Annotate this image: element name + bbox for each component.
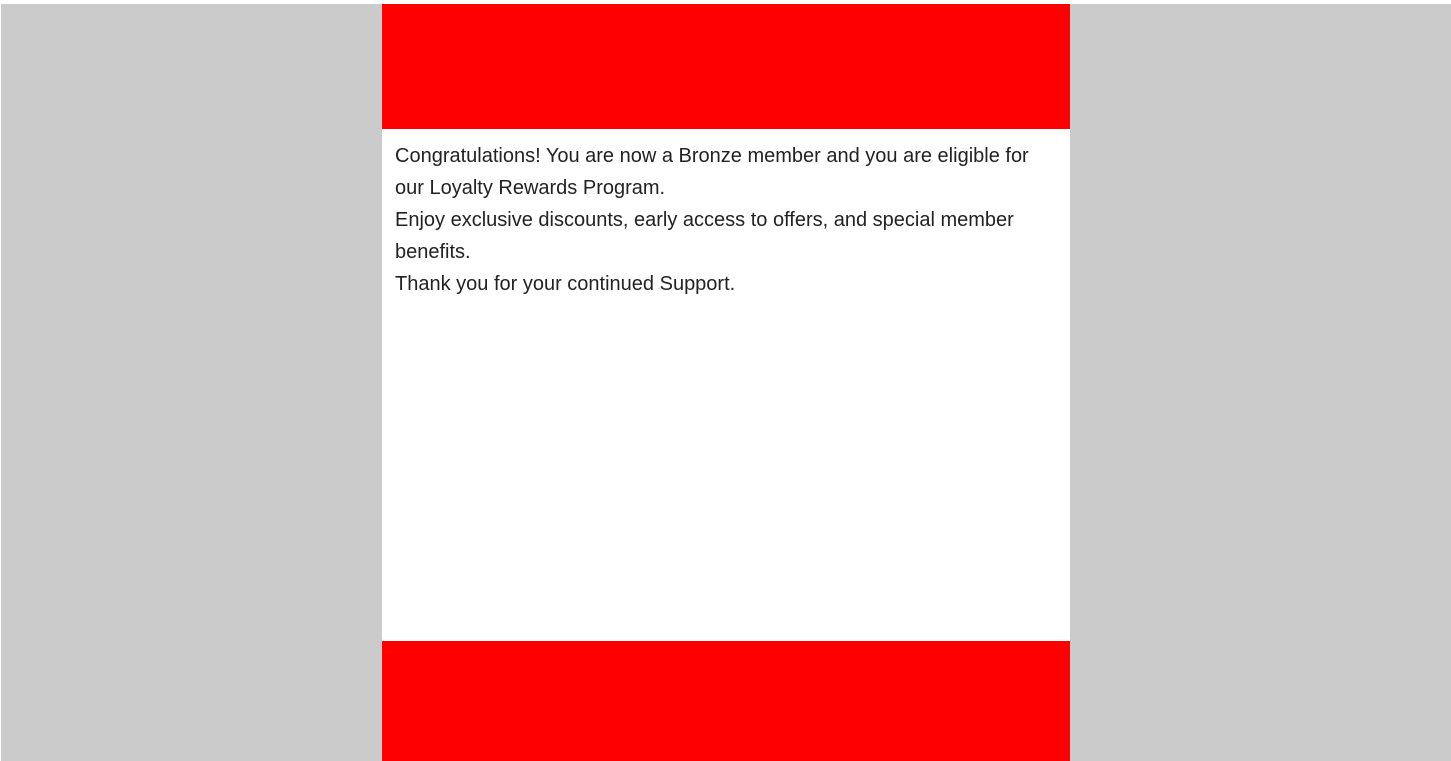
thank-you-text: Thank you for your continued Support. bbox=[395, 273, 736, 295]
email-card: Congratulations! You are now a Bronze me… bbox=[382, 4, 1070, 761]
header-banner bbox=[382, 4, 1070, 129]
page-background: Congratulations! You are now a Bronze me… bbox=[1, 4, 1451, 761]
benefits-text: Enjoy exclusive discounts, early access … bbox=[395, 209, 1014, 263]
congratulations-text: Congratulations! You are now a Bronze me… bbox=[395, 145, 1029, 199]
footer-banner bbox=[382, 641, 1070, 761]
message-body: Congratulations! You are now a Bronze me… bbox=[395, 140, 1057, 300]
